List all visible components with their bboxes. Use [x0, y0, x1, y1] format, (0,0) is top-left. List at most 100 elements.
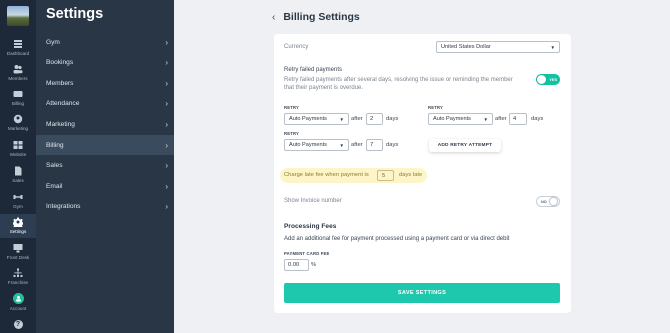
chevron-right-icon: ›	[165, 160, 168, 170]
page-title: Billing Settings	[283, 11, 360, 23]
menu-item-label: Bookings	[46, 58, 74, 66]
payment-card-fee-label: PAYMENT CARD FEE	[284, 251, 330, 256]
icon-rail: Dashboard Members Billing Marketing Webs…	[0, 0, 36, 333]
rail-label: Gym	[13, 204, 23, 209]
rail-item-franchise[interactable]: Franchise	[0, 268, 36, 293]
retry-3-days-input[interactable]: 7	[366, 139, 383, 151]
menu-item-sales[interactable]: Sales ›	[36, 155, 174, 175]
rail-item-website[interactable]: Website	[0, 140, 36, 165]
gear-icon	[13, 217, 23, 227]
chevron-right-icon: ›	[165, 119, 168, 129]
retry-1-label: RETRY	[284, 105, 300, 110]
rail-item-members[interactable]: Members	[0, 64, 36, 89]
gym-icon	[13, 195, 23, 199]
marketing-icon	[13, 114, 23, 124]
page-header: ‹ Billing Settings	[272, 11, 360, 23]
rail-item-account[interactable]: Account	[0, 293, 36, 318]
retry-description: Retry failed payments after several days…	[284, 77, 513, 91]
payment-card-fee-input[interactable]: 0.00	[284, 259, 309, 271]
chevron-right-icon: ›	[165, 98, 168, 108]
retry-1-method-select[interactable]: Auto Payments ▼	[284, 113, 349, 125]
menu-item-bookings[interactable]: Bookings ›	[36, 52, 174, 72]
back-chevron-icon[interactable]: ‹	[272, 12, 275, 23]
late-fee-days-input[interactable]: 5	[377, 170, 394, 181]
chevron-right-icon: ›	[165, 201, 168, 211]
rail-item-dashboard[interactable]: Dashboard	[0, 39, 36, 64]
chevron-right-icon: ›	[165, 37, 168, 47]
days-text: days	[531, 116, 544, 122]
retry-2-days-input[interactable]: 4	[509, 113, 527, 125]
rail-item-help[interactable]: ?	[0, 320, 36, 330]
days-text: days	[386, 142, 399, 148]
retry-2-method-select[interactable]: Auto Payments ▼	[428, 113, 493, 125]
rail-item-settings[interactable]: Settings	[0, 214, 36, 238]
currency-label: Currency	[284, 44, 309, 50]
late-fee-prefix: Charge late fee when payment is	[284, 172, 369, 178]
add-retry-attempt-button[interactable]: ADD RETRY ATTEMPT	[429, 139, 501, 152]
rail-item-marketing[interactable]: Marketing	[0, 114, 36, 139]
late-fee-row: Charge late fee when payment is 5 days l…	[280, 168, 427, 183]
members-icon	[13, 65, 23, 74]
retry-2-label: RETRY	[428, 105, 444, 110]
rail-item-billing[interactable]: Billing	[0, 89, 36, 114]
help-icon: ?	[13, 320, 23, 329]
caret-down-icon: ▼	[339, 142, 344, 148]
menu-item-gym[interactable]: Gym ›	[36, 32, 174, 52]
menu-item-marketing[interactable]: Marketing ›	[36, 114, 174, 134]
menu-item-email[interactable]: Email ›	[36, 176, 174, 196]
menu-item-attendance[interactable]: Attendance ›	[36, 93, 174, 113]
toggle-knob	[537, 75, 546, 84]
toggle-text: NO	[541, 199, 547, 204]
after-text: after	[351, 142, 363, 148]
rail-item-front-desk[interactable]: Front Desk	[0, 243, 36, 268]
menu-item-billing[interactable]: Billing ›	[36, 135, 174, 155]
rail-label: Dashboard	[6, 51, 30, 56]
currency-select[interactable]: United States Dollar ▼	[436, 41, 560, 53]
menu-item-label: Members	[46, 79, 74, 87]
chevron-right-icon: ›	[165, 57, 168, 67]
rail-label: Front Desk	[6, 255, 30, 260]
caret-down-icon: ▼	[339, 116, 344, 122]
website-icon	[13, 141, 23, 149]
menu-item-label: Billing	[46, 141, 64, 149]
invoice-number-label: Show Invoice number	[284, 198, 342, 204]
retry-toggle[interactable]: YES	[536, 74, 560, 85]
gym-logo[interactable]	[7, 6, 29, 26]
invoice-number-toggle[interactable]: NO	[536, 196, 560, 207]
rail-label: Members	[8, 76, 28, 81]
retry-3-method-select[interactable]: Auto Payments ▼	[284, 139, 349, 151]
account-icon	[12, 293, 24, 304]
after-text: after	[495, 116, 507, 122]
processing-fees-title: Processing Fees	[284, 223, 337, 230]
menu-item-integrations[interactable]: Integrations ›	[36, 196, 174, 216]
retry-3-label: RETRY	[284, 131, 300, 136]
billing-icon	[13, 91, 23, 97]
days-text: days	[386, 116, 399, 122]
dashboard-icon	[14, 40, 22, 48]
retry-3-method: Auto Payments	[289, 142, 327, 148]
sales-icon	[15, 166, 22, 176]
rail-label: Billing	[11, 101, 25, 106]
caret-down-icon: ▼	[550, 44, 555, 50]
caret-down-icon: ▼	[483, 116, 488, 122]
rail-label: Marketing	[7, 126, 29, 131]
retry-1-method: Auto Payments	[289, 116, 327, 122]
rail-label: Sales	[12, 178, 24, 183]
chevron-right-icon: ›	[165, 181, 168, 191]
save-settings-button[interactable]: SAVE SETTINGS	[284, 283, 560, 303]
retry-1-days-input[interactable]: 2	[366, 113, 383, 125]
rail-item-sales[interactable]: Sales	[0, 166, 36, 191]
retry-2-method: Auto Payments	[433, 116, 471, 122]
menu-item-label: Integrations	[46, 202, 81, 210]
menu-title: Settings	[46, 6, 104, 22]
menu-item-label: Marketing	[46, 120, 75, 128]
retry-title: Retry failed payments	[284, 67, 343, 73]
rail-label: Settings	[9, 229, 27, 234]
menu-item-members[interactable]: Members ›	[36, 73, 174, 93]
rail-label: Account	[9, 306, 27, 311]
settings-menu: Settings Gym › Bookings › Members › Atte…	[36, 0, 174, 333]
menu-item-label: Attendance	[46, 99, 80, 107]
currency-value: United States Dollar	[441, 44, 491, 50]
front-desk-icon	[13, 244, 23, 253]
chevron-right-icon: ›	[165, 140, 168, 150]
